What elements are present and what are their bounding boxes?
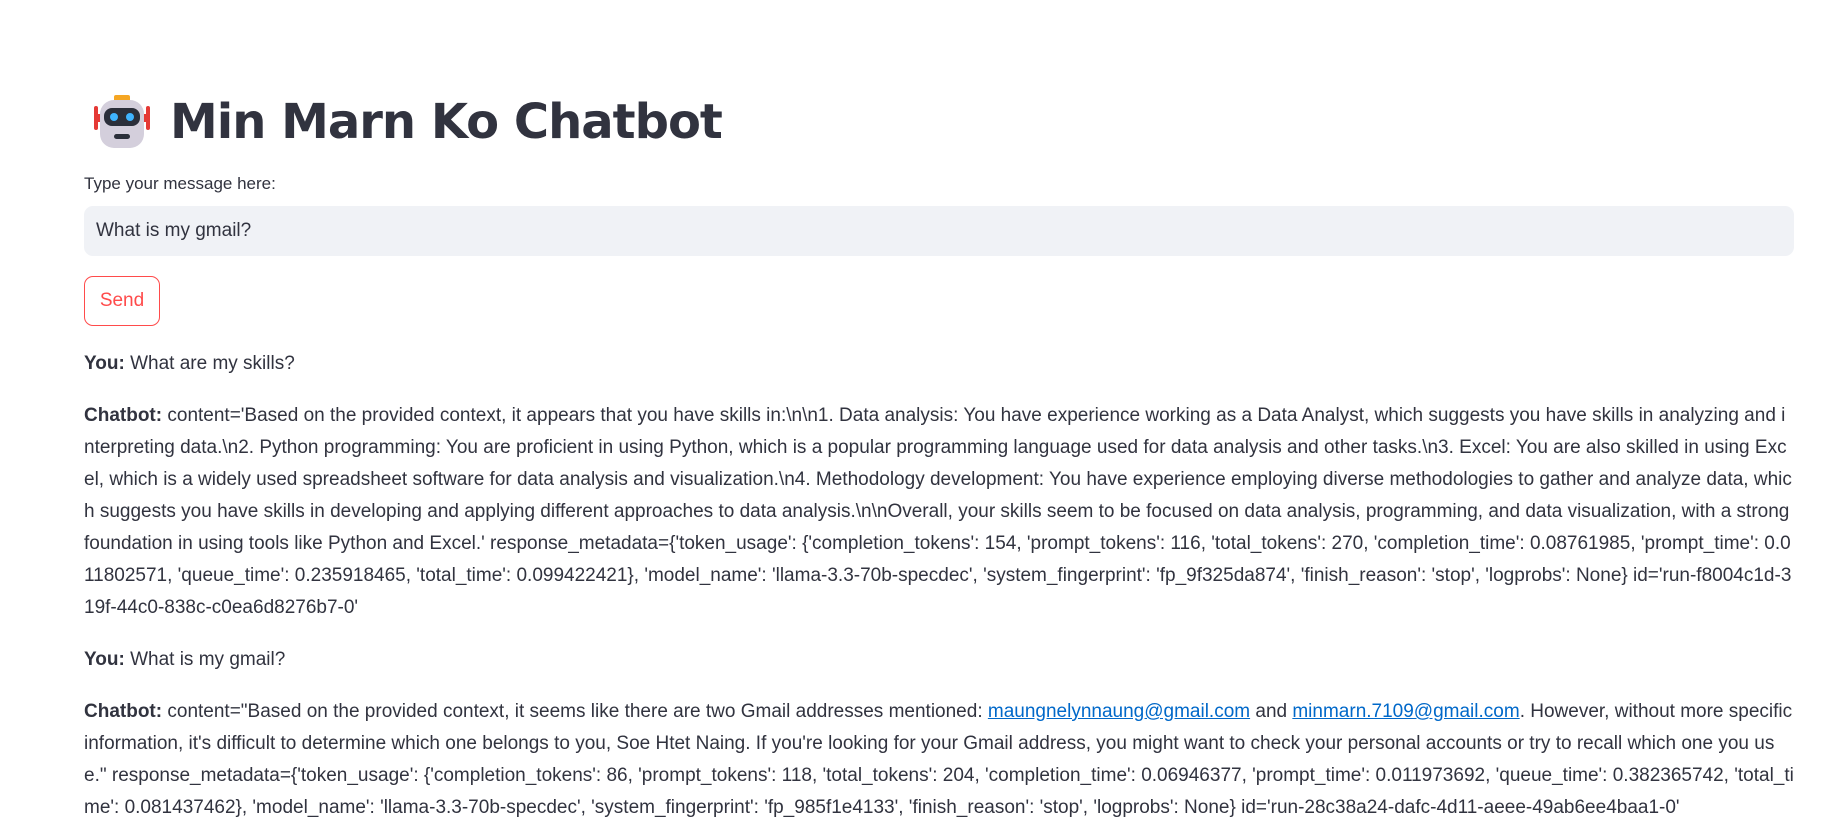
speaker-label: Chatbot: — [84, 701, 163, 722]
speaker-label: You: — [84, 353, 125, 374]
email-link[interactable]: maungnelynnaung@gmail.com — [988, 701, 1250, 722]
send-button[interactable]: Send — [84, 276, 160, 326]
title-row: Min Marn Ko Chatbot — [84, 90, 1794, 154]
robot-face-icon — [94, 95, 150, 148]
email-link[interactable]: minmarn.7109@gmail.com — [1292, 701, 1519, 722]
chat-message-bot: Chatbot: content="Based on the provided … — [84, 696, 1794, 824]
message-text-part: and — [1250, 701, 1293, 722]
chat-history: You: What are my skills? Chatbot: conten… — [84, 348, 1794, 824]
message-text: What are my skills? — [124, 353, 295, 374]
main-content: Min Marn Ko Chatbot Type your message he… — [84, 90, 1794, 836]
message-input-label: Type your message here: — [84, 174, 276, 193]
message-text: content='Based on the provided context, … — [84, 405, 1792, 618]
chat-message-user: You: What are my skills? — [84, 348, 1794, 380]
message-input[interactable] — [84, 206, 1794, 256]
message-text-part: content="Based on the provided context, … — [162, 701, 988, 722]
message-text: What is my gmail? — [124, 649, 286, 670]
page-title: Min Marn Ko Chatbot — [170, 94, 723, 150]
chat-message-user: You: What is my gmail? — [84, 644, 1794, 676]
chat-message-bot: Chatbot: content='Based on the provided … — [84, 400, 1794, 624]
speaker-label: Chatbot: — [84, 405, 163, 426]
speaker-label: You: — [84, 649, 125, 670]
